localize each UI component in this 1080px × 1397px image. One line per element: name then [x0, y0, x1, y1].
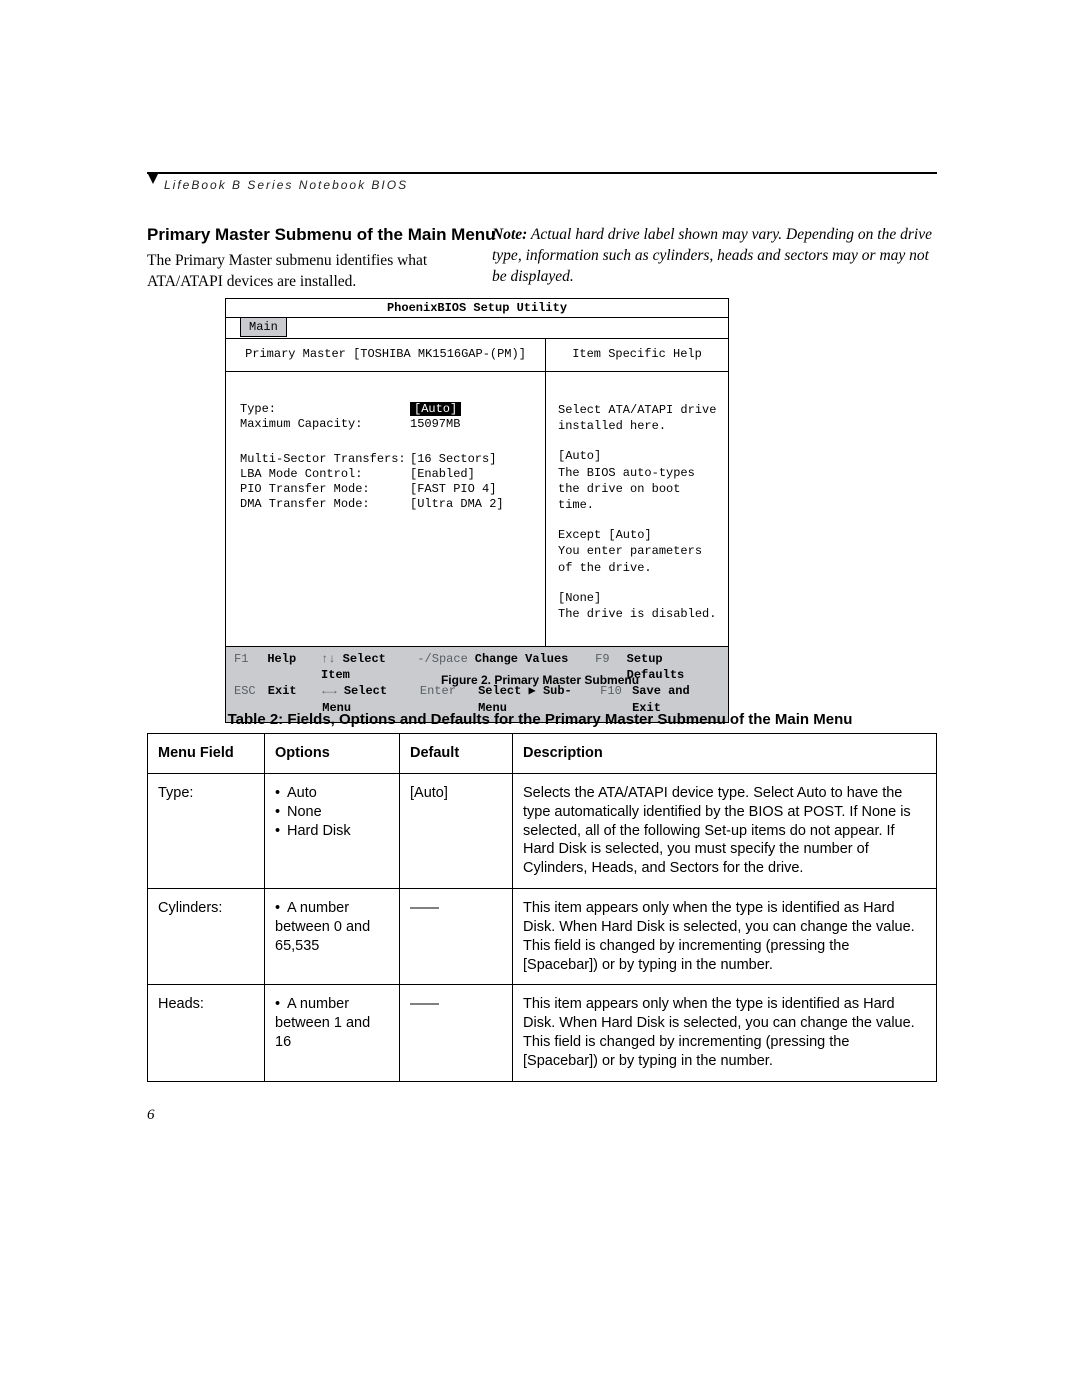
cell-default: [Auto]: [400, 773, 513, 888]
figure-caption: Figure 2. Primary Master Submenu: [0, 673, 1080, 687]
bios-field-value: [Enabled]: [410, 467, 475, 481]
intro-paragraph-left: The Primary Master submenu identifies wh…: [147, 251, 467, 293]
cell-default: ——: [400, 985, 513, 1081]
intro-paragraph-right: Note: Actual hard drive label shown may …: [492, 225, 937, 288]
bios-field-label: DMA Transfer Mode:: [240, 497, 410, 511]
bios-title: PhoenixBIOS Setup Utility: [226, 299, 728, 318]
page-number: 6: [147, 1107, 155, 1124]
bios-help-p3: Except [Auto]You enter parameters of the…: [558, 527, 718, 576]
option-item: Auto: [275, 784, 389, 803]
cell-options: Auto None Hard Disk: [265, 773, 400, 888]
cell-desc: Selects the ATA/ATAPI device type. Selec…: [513, 773, 937, 888]
table-caption: Table 2: Fields, Options and Defaults fo…: [0, 711, 1080, 728]
bios-left-header: Primary Master [TOSHIBA MK1516GAP-(PM)]: [226, 339, 545, 372]
note-text: Actual hard drive label shown may vary. …: [492, 226, 932, 285]
options-table: Menu Field Options Default Description T…: [147, 733, 937, 1082]
option-item: A number between 0 and 65,535: [275, 899, 389, 956]
bios-field-label: LBA Mode Control:: [240, 467, 410, 481]
table-row: Cylinders: A number between 0 and 65,535…: [148, 889, 937, 985]
bios-field-type[interactable]: Type: [Auto]: [240, 402, 533, 416]
bios-field-value: [16 Sectors]: [410, 452, 496, 466]
option-item: A number between 1 and 16: [275, 995, 389, 1052]
bios-field-label: Type:: [240, 402, 410, 416]
th-default: Default: [400, 734, 513, 774]
table-row: Type: Auto None Hard Disk [Auto] Selects…: [148, 773, 937, 888]
th-description: Description: [513, 734, 937, 774]
bios-help-body: Select ATA/ATAPI drive installed here. […: [546, 372, 728, 646]
bios-field-value-selected[interactable]: [Auto]: [410, 402, 461, 416]
bios-field-label: PIO Transfer Mode:: [240, 482, 410, 496]
bios-right-panel: Item Specific Help Select ATA/ATAPI driv…: [546, 339, 728, 646]
bios-field-lba[interactable]: LBA Mode Control: [Enabled]: [240, 467, 533, 481]
bios-help-p4: [None]The drive is disabled.: [558, 590, 718, 622]
bios-field-pio[interactable]: PIO Transfer Mode: [FAST PIO 4]: [240, 482, 533, 496]
bios-field-max-capacity: Maximum Capacity: 15097MB: [240, 417, 533, 431]
document-page: LifeBook B Series Notebook BIOS Primary …: [0, 0, 1080, 1397]
header-marker-icon: [147, 172, 159, 184]
bios-tab-row: Main: [226, 318, 728, 339]
cell-desc: This item appears only when the type is …: [513, 985, 937, 1081]
cell-options: A number between 1 and 16: [265, 985, 400, 1081]
bios-screenshot: PhoenixBIOS Setup Utility Main Primary M…: [225, 298, 729, 723]
th-options: Options: [265, 734, 400, 774]
section-title: Primary Master Submenu of the Main Menu: [147, 225, 496, 245]
header-rule: [147, 172, 937, 174]
bios-field-dma[interactable]: DMA Transfer Mode: [Ultra DMA 2]: [240, 497, 533, 511]
bios-field-value: [FAST PIO 4]: [410, 482, 496, 496]
cell-field: Cylinders:: [148, 889, 265, 985]
cell-field: Heads:: [148, 985, 265, 1081]
option-item: None: [275, 803, 389, 822]
cell-desc: This item appears only when the type is …: [513, 889, 937, 985]
note-label: Note:: [492, 226, 527, 243]
bios-field-label: Maximum Capacity:: [240, 417, 410, 431]
bios-field-value: 15097MB: [410, 417, 460, 431]
bios-help-header: Item Specific Help: [546, 339, 728, 372]
bios-help-p2: [Auto]The BIOS auto-types the drive on b…: [558, 448, 718, 513]
cell-options: A number between 0 and 65,535: [265, 889, 400, 985]
cell-default: ——: [400, 889, 513, 985]
table-row: Heads: A number between 1 and 16 —— This…: [148, 985, 937, 1081]
bios-tab-main[interactable]: Main: [240, 318, 287, 337]
bios-field-value: [Ultra DMA 2]: [410, 497, 504, 511]
bios-help-p1: Select ATA/ATAPI drive installed here.: [558, 402, 718, 434]
table-header-row: Menu Field Options Default Description: [148, 734, 937, 774]
cell-field: Type:: [148, 773, 265, 888]
bios-left-panel: Primary Master [TOSHIBA MK1516GAP-(PM)] …: [226, 339, 546, 646]
bios-field-multi-sector[interactable]: Multi-Sector Transfers: [16 Sectors]: [240, 452, 533, 466]
running-header: LifeBook B Series Notebook BIOS: [164, 178, 408, 192]
option-item: Hard Disk: [275, 822, 389, 841]
bios-field-label: Multi-Sector Transfers:: [240, 452, 410, 466]
th-menu-field: Menu Field: [148, 734, 265, 774]
key-updown[interactable]: ↑↓: [321, 652, 335, 666]
